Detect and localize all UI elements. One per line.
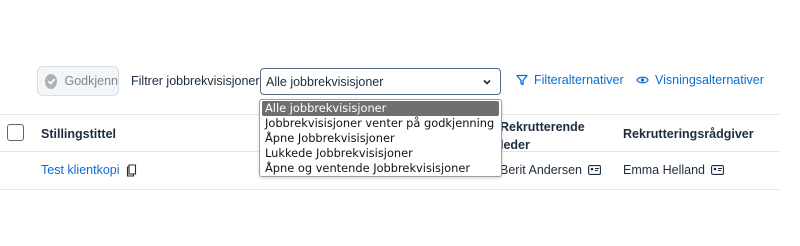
table-row-title-cell[interactable]: Test klientkopi	[41, 163, 137, 177]
contact-card-icon[interactable]	[588, 165, 601, 175]
dropdown-option[interactable]: Åpne Jobbrekvisisjoner	[262, 131, 499, 146]
dropdown-option[interactable]: Alle jobbrekvisisjoner	[262, 101, 499, 116]
contact-card-icon[interactable]	[711, 165, 724, 175]
eye-icon	[636, 76, 649, 84]
dropdown-option[interactable]: Lukkede Jobbrekvisisjoner	[262, 146, 499, 161]
copy-icon[interactable]	[126, 163, 137, 177]
requisition-filter-dropdown[interactable]: Alle jobbrekvisisjoner Jobbrekvisisjoner…	[259, 99, 502, 177]
check-circle-icon	[45, 73, 58, 89]
view-options-label: Visningsalternativer	[655, 73, 764, 87]
filter-options-button[interactable]: Filteralternativer	[516, 73, 624, 87]
table-row-divider	[0, 189, 780, 190]
hiring-manager-name: Berit Andersen	[500, 163, 582, 177]
approve-button-label: Godkjenn	[64, 74, 118, 88]
chevron-down-icon	[483, 79, 491, 85]
filter-label: Filtrer jobbrekvisisjoner	[131, 74, 260, 88]
table-row-advisor-cell: Emma Helland	[623, 163, 724, 177]
job-title-link[interactable]: Test klientkopi	[41, 163, 120, 177]
select-all-checkbox[interactable]	[7, 124, 24, 141]
column-header-title[interactable]: Stillingstittel	[41, 127, 116, 141]
select-value: Alle jobbrekvisisjoner	[266, 74, 384, 89]
table-row-lead-cell: Berit Andersen	[500, 163, 601, 177]
column-header-recruiter[interactable]: Rekrutteringsrådgiver	[623, 127, 754, 141]
requisition-panel: Godkjenn Filtrer jobbrekvisisjoner Alle …	[0, 0, 780, 246]
column-header-hiring-manager[interactable]: Rekrutterende leder	[500, 118, 600, 154]
dropdown-option[interactable]: Jobbrekvisisjoner venter på godkjenning	[262, 116, 499, 131]
approve-button[interactable]: Godkjenn	[37, 66, 119, 96]
dropdown-option[interactable]: Åpne og ventende Jobbrekvisisjoner	[262, 161, 499, 176]
recruiter-name: Emma Helland	[623, 163, 705, 177]
view-options-button[interactable]: Visningsalternativer	[636, 73, 764, 87]
funnel-icon	[516, 74, 528, 86]
requisition-filter-select[interactable]: Alle jobbrekvisisjoner	[260, 68, 501, 95]
filter-options-label: Filteralternativer	[534, 73, 624, 87]
